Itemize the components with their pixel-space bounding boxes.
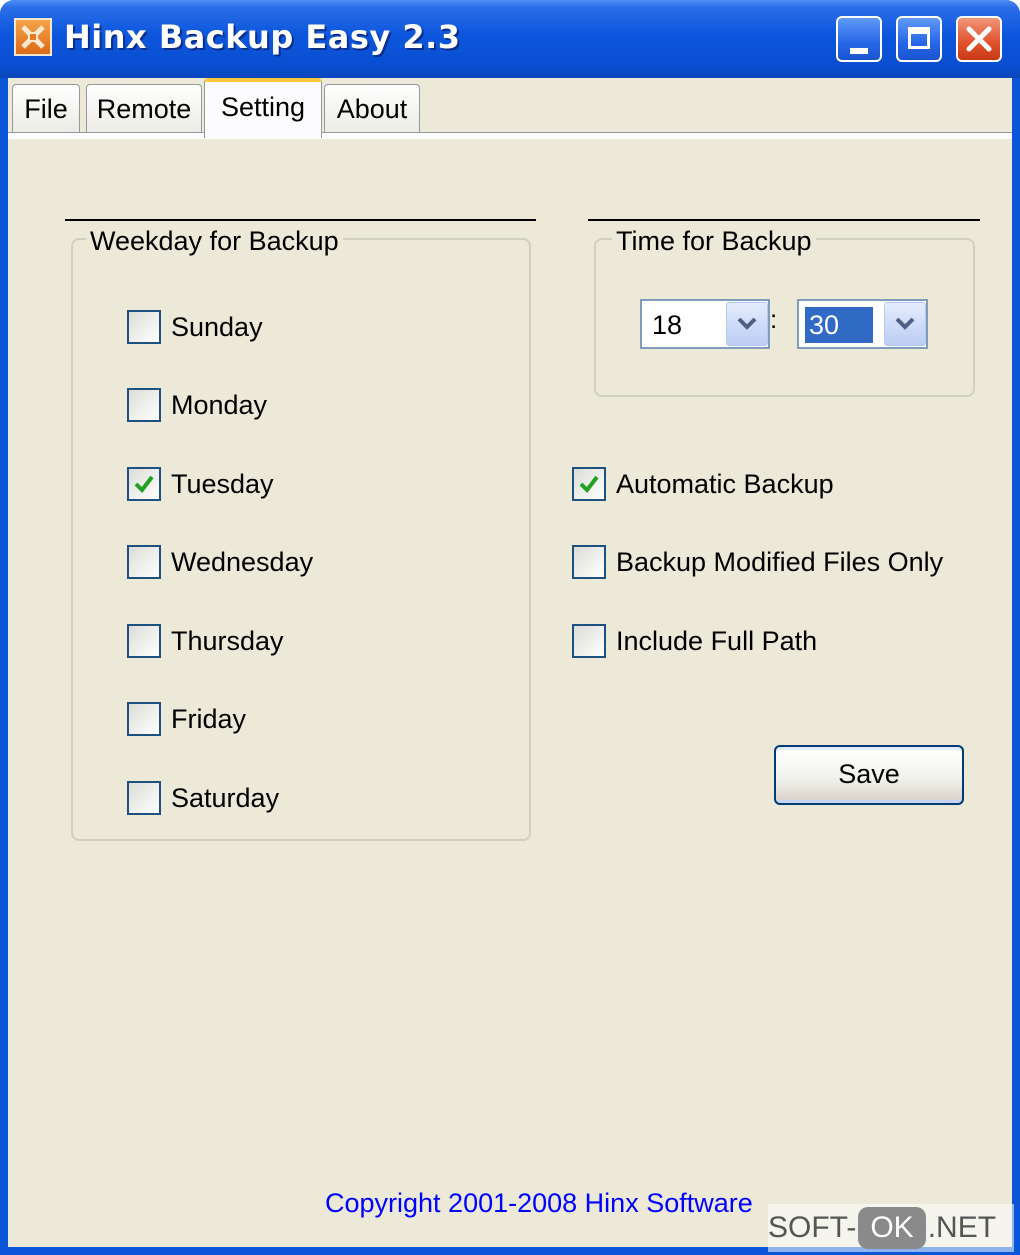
checkbox-label: Monday (171, 389, 268, 420)
checkbox-label: Saturday (171, 782, 280, 813)
checkbox-box[interactable] (127, 467, 161, 501)
maximize-button[interactable] (896, 16, 942, 62)
hour-value: 18 (652, 310, 683, 340)
weekday-group-label: Weekday for Backup (86, 226, 343, 257)
watermark-left: SOFT- (768, 1211, 857, 1244)
tab-file[interactable]: File (12, 84, 80, 132)
title-bar[interactable]: Hinx Backup Easy 2.3 (0, 0, 1020, 78)
checkbox-box[interactable] (127, 624, 161, 658)
checkbox-label: Thursday (171, 625, 284, 656)
watermark: SOFT- OK .NET (768, 1204, 1014, 1252)
tab-strip: File Remote Setting About (8, 78, 1012, 139)
watermark-right: .NET (927, 1211, 997, 1244)
checkbox-box[interactable] (127, 310, 161, 344)
copyright-text: Copyright 2001-2008 Hinx Software (325, 1188, 753, 1218)
checkbox-wednesday[interactable]: Wednesday (127, 544, 313, 580)
minimize-button[interactable] (836, 16, 882, 62)
minimize-icon (850, 48, 868, 54)
chevron-down-icon (895, 317, 915, 330)
checkbox-box[interactable] (572, 467, 606, 501)
checkbox-friday[interactable]: Friday (127, 701, 246, 737)
checkbox-tuesday[interactable]: Tuesday (127, 466, 274, 502)
time-separator-colon: : (770, 304, 778, 334)
checkbox-thursday[interactable]: Thursday (127, 623, 284, 659)
hour-dropdown-button[interactable] (726, 302, 768, 346)
checkbox-label: Wednesday (171, 546, 314, 577)
checkbox-sunday[interactable]: Sunday (127, 309, 263, 345)
tab-remote[interactable]: Remote (86, 84, 202, 132)
checkbox-modified-only[interactable]: Backup Modified Files Only (572, 544, 943, 580)
watermark-ok: OK (858, 1207, 926, 1249)
time-group-label: Time for Backup (612, 226, 816, 257)
checkbox-label: Backup Modified Files Only (616, 546, 944, 577)
tab-panel-edge (8, 132, 1012, 139)
hour-select[interactable]: 18 (640, 299, 770, 349)
checkbox-saturday[interactable]: Saturday (127, 780, 279, 816)
checkbox-box[interactable] (127, 781, 161, 815)
checkbox-label: Include Full Path (616, 625, 818, 656)
app-window: Hinx Backup Easy 2.3 File Remote Setting… (0, 0, 1020, 1255)
checkbox-label: Automatic Backup (616, 468, 834, 499)
checkbox-box[interactable] (127, 388, 161, 422)
window-title: Hinx Backup Easy 2.3 (64, 18, 461, 56)
minute-select[interactable]: 30 (797, 299, 928, 349)
maximize-icon (908, 27, 930, 49)
checkbox-label: Friday (171, 703, 247, 734)
checkmark-icon (134, 475, 154, 494)
save-button[interactable]: Save (774, 745, 964, 805)
chevron-down-icon (737, 317, 757, 330)
checkbox-monday[interactable]: Monday (127, 387, 267, 423)
checkbox-label: Tuesday (171, 468, 274, 499)
checkbox-box[interactable] (572, 624, 606, 658)
client-area: File Remote Setting About Weekday for Ba… (8, 78, 1012, 1247)
close-button[interactable] (956, 16, 1002, 62)
checkbox-label: Sunday (171, 311, 263, 342)
checkbox-automatic-backup[interactable]: Automatic Backup (572, 466, 834, 502)
checkbox-box[interactable] (572, 545, 606, 579)
checkbox-box[interactable] (127, 545, 161, 579)
tab-about[interactable]: About (324, 84, 420, 132)
checkmark-icon (579, 475, 599, 494)
close-icon (966, 26, 992, 52)
checkbox-box[interactable] (127, 702, 161, 736)
time-separator (588, 219, 980, 221)
minute-value: 30 (805, 307, 873, 343)
checkbox-full-path[interactable]: Include Full Path (572, 623, 817, 659)
tab-setting[interactable]: Setting (204, 78, 322, 138)
app-icon[interactable] (14, 18, 52, 56)
weekday-separator (65, 219, 536, 221)
minute-dropdown-button[interactable] (884, 302, 926, 346)
